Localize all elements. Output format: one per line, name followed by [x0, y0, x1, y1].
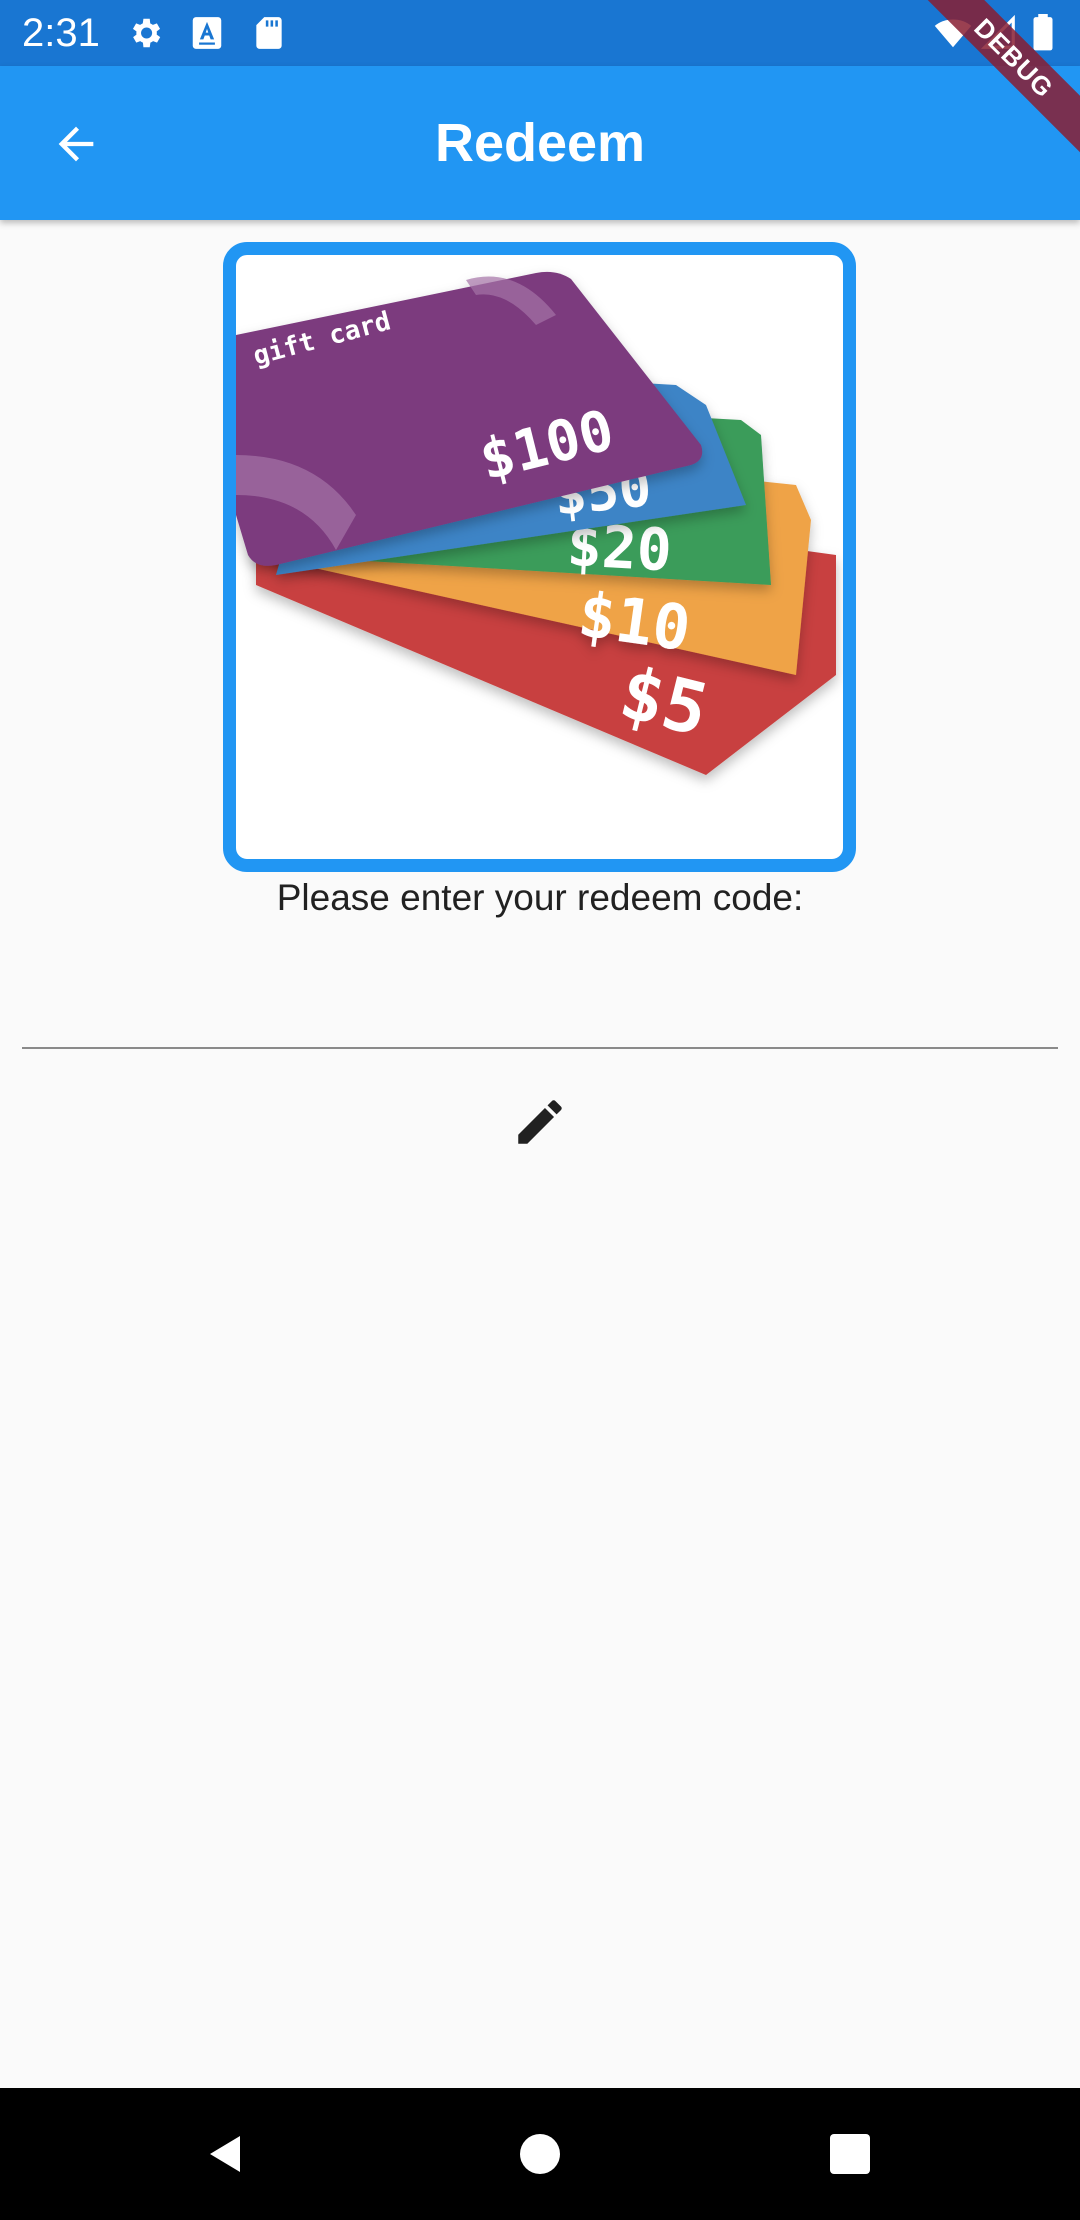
page-title: Redeem — [434, 113, 646, 173]
gift-cards-illustration: $5 $10 $20 $50 gift card $100 — [236, 271, 836, 775]
redeem-screen: 2:31 Redeem DEBUG $5 $10 $20 $50 gift ca… — [0, 0, 1080, 2220]
nav-back-button[interactable] — [190, 2118, 262, 2190]
status-time: 2:31 — [22, 11, 100, 55]
gear-icon — [126, 14, 164, 52]
edit-button[interactable] — [504, 1086, 576, 1158]
pencil-icon — [518, 1100, 562, 1144]
navigation-bar — [0, 2088, 1080, 2220]
wifi-icon — [934, 14, 972, 52]
battery-icon — [1030, 14, 1056, 52]
home-circle-icon — [520, 2134, 560, 2174]
cell-signal-icon — [980, 14, 1018, 52]
redeem-code-input[interactable] — [22, 975, 1058, 1049]
back-triangle-icon — [210, 2136, 240, 2172]
gift-card-image: $5 $10 $20 $50 gift card $100 — [223, 242, 856, 872]
app-bar: Redeem — [0, 66, 1080, 220]
redeem-prompt: Please enter your redeem code: — [276, 877, 804, 918]
card-10-value: $10 — [574, 578, 695, 666]
sd-card-icon — [250, 14, 288, 52]
text-a-icon — [188, 14, 226, 52]
recents-square-icon — [830, 2134, 870, 2174]
status-bar: 2:31 — [0, 0, 1080, 66]
nav-recents-button[interactable] — [814, 2118, 886, 2190]
nav-home-button[interactable] — [504, 2118, 576, 2190]
